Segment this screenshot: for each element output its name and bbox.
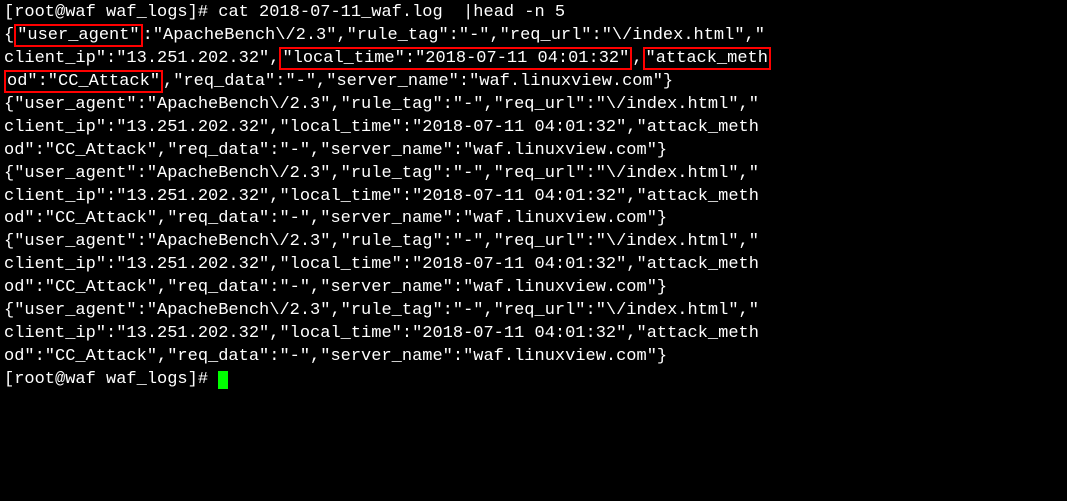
log-line: {"user_agent":"ApacheBench\/2.3","rule_t…: [4, 300, 1063, 323]
log-line: od":"CC_Attack","req_data":"-","server_n…: [4, 277, 1063, 300]
highlight-attack-method-part2: od":"CC_Attack": [4, 70, 163, 93]
shell-prompt: [root@waf waf_logs]#: [4, 370, 218, 389]
highlight-user-agent: "user_agent": [14, 24, 142, 47]
shell-prompt: [root@waf waf_logs]#: [4, 3, 218, 22]
log-line: {"user_agent":"ApacheBench\/2.3","rule_t…: [4, 163, 1063, 186]
log-line: client_ip":"13.251.202.32","local_time":…: [4, 323, 1063, 346]
log-line: client_ip":"13.251.202.32",: [4, 49, 279, 68]
log-line: client_ip":"13.251.202.32","local_time":…: [4, 117, 1063, 140]
log-line: od":"CC_Attack","req_data":"-","server_n…: [4, 208, 1063, 231]
log-line: od":"CC_Attack","req_data":"-","server_n…: [4, 140, 1063, 163]
log-line: client_ip":"13.251.202.32","local_time":…: [4, 186, 1063, 209]
log-line: ,: [632, 49, 642, 68]
log-line: od":"CC_Attack","req_data":"-","server_n…: [4, 346, 1063, 369]
log-line: {"user_agent":"ApacheBench\/2.3","rule_t…: [4, 231, 1063, 254]
highlight-local-time: "local_time":"2018-07-11 04:01:32": [279, 47, 632, 70]
log-line: :"ApacheBench\/2.3","rule_tag":"-","req_…: [143, 26, 765, 45]
command-text: cat 2018-07-11_waf.log |head -n 5: [218, 3, 565, 22]
log-line: client_ip":"13.251.202.32","local_time":…: [4, 254, 1063, 277]
log-line: ,"req_data":"-","server_name":"waf.linux…: [163, 72, 673, 91]
highlight-attack-method-part1: "attack_meth: [643, 47, 771, 70]
terminal-output[interactable]: [root@waf waf_logs]# cat 2018-07-11_waf.…: [0, 0, 1067, 394]
log-line: {"user_agent":"ApacheBench\/2.3","rule_t…: [4, 94, 1063, 117]
log-line: {: [4, 26, 14, 45]
cursor-icon: [218, 371, 228, 389]
